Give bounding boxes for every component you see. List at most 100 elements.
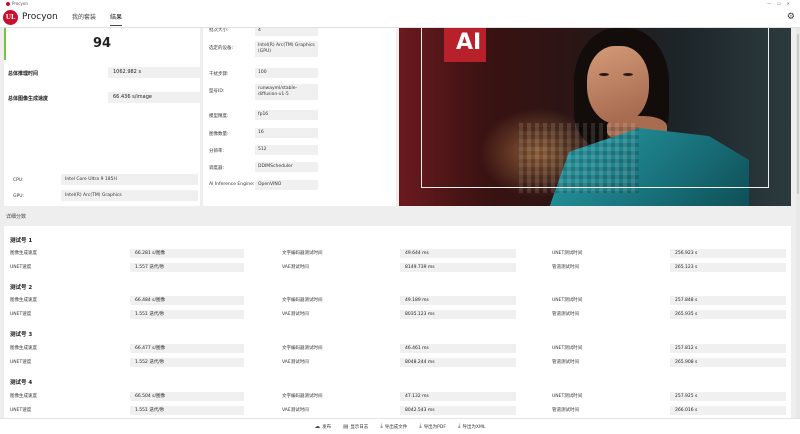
detail-value: 8042.543 ms <box>400 406 516 415</box>
image-ai-logo: AI <box>444 28 486 62</box>
detail-value: 257.925 s <box>670 392 786 401</box>
export-xml-icon: ⤓ <box>457 423 461 429</box>
param-label: 调度器: <box>209 166 225 171</box>
detail-label: UNET速度 <box>10 408 32 413</box>
footer-toolbar: ☁ 发布 ▤ 显示日志 ⤓ 导出成文件 ⤓ 导出为PDF ⤓ 导出为XML <box>0 418 800 434</box>
cpu-value: Intel Core Ultra 9 185H <box>61 174 198 185</box>
detail-label: VAE测试时间 <box>282 408 309 413</box>
detail-value: 266.016 s <box>670 406 786 415</box>
window-titlebar: Procyon —☐✕ <box>0 0 800 7</box>
detail-value: 1.557 迭代/秒 <box>130 263 244 272</box>
detail-label: 图像生成速度 <box>10 298 37 303</box>
overall-score: 94 <box>92 36 112 51</box>
generated-image: AI <box>399 28 791 206</box>
detail-value: 256.923 s <box>670 249 786 258</box>
export-xml-button[interactable]: ⤓ 导出为XML <box>458 423 485 430</box>
log-icon: ▤ <box>343 423 349 430</box>
export-pdf-icon: ⤓ <box>419 423 422 429</box>
param-label: 模型精度: <box>209 114 229 119</box>
publish-button[interactable]: ☁ 发布 <box>315 424 332 430</box>
export-xml-label: 导出为XML <box>462 424 486 430</box>
window-title: Procyon <box>12 1 28 6</box>
detail-value: 46.461 ms <box>400 344 516 353</box>
run-title: 测试号 1 <box>10 238 33 244</box>
detail-label: UNET测试时间 <box>552 346 583 351</box>
detail-value: 1.551 迭代/秒 <box>130 406 244 415</box>
score-card: 94 总体推理时间 1062.982 s 总体图像生成速度 66.436 s/i… <box>4 28 200 206</box>
publish-label: 发布 <box>322 424 332 430</box>
ul-logo-icon: UL <box>3 10 18 25</box>
detail-label: 管道测试时间 <box>552 312 579 317</box>
export-file-button[interactable]: ⤓ 导出成文件 <box>380 423 407 430</box>
detail-value: 49.644 ms <box>400 249 516 258</box>
window-controls[interactable]: —☐✕ <box>767 0 796 7</box>
export-file-label: 导出成文件 <box>384 424 408 430</box>
tab-my-suites[interactable]: 我的套装 <box>65 7 103 28</box>
param-label: 批次大小: <box>209 28 229 33</box>
detail-label: UNET测试时间 <box>552 394 583 399</box>
param-value: fp16 <box>255 110 318 120</box>
detail-label: 管道测试时间 <box>552 408 579 413</box>
detail-label: UNET速度 <box>10 312 32 317</box>
detail-value: 257.812 s <box>670 344 786 353</box>
detail-value: 265.123 s <box>670 263 786 272</box>
param-value: DDIMScheduler <box>255 162 318 172</box>
gear-icon[interactable]: ⚙ <box>787 12 795 23</box>
detail-value: 265.908 s <box>670 358 786 367</box>
app-header: UL Procyon 我的套装 结果 ⚙ <box>0 7 800 28</box>
results-content[interactable]: 94 总体推理时间 1062.982 s 总体图像生成速度 66.436 s/i… <box>0 28 796 418</box>
details-section-label: 详细分数 <box>6 214 27 220</box>
brand-name: Procyon <box>22 12 58 22</box>
detail-label: 文字编码器测试时间 <box>282 346 323 351</box>
param-value: 100 <box>255 68 318 78</box>
detail-value: 49.189 ms <box>400 296 516 305</box>
detail-value: 1.552 迭代/秒 <box>130 358 244 367</box>
app-icon <box>6 2 10 6</box>
param-label: AI Inference Engine: <box>209 182 255 187</box>
gpu-label: GPU: <box>13 194 25 199</box>
detail-value: 66.484 s/图像 <box>130 296 244 305</box>
param-label: 图像数量: <box>209 132 229 137</box>
detail-value: 66.281 s/图像 <box>130 249 244 258</box>
show-log-button[interactable]: ▤ 显示日志 <box>343 424 368 430</box>
detail-label: VAE测试时间 <box>282 265 309 270</box>
total-time-label: 总体推理时间 <box>8 71 39 77</box>
detail-label: 图像生成速度 <box>10 346 37 351</box>
param-label: 型号ID: <box>209 89 225 94</box>
detail-label: UNET测试时间 <box>552 251 583 256</box>
speed-label: 总体图像生成速度 <box>8 96 49 102</box>
param-value: runwayml/stable-diffusion-v1-5 <box>255 84 318 100</box>
vertical-scrollbar[interactable] <box>796 28 800 418</box>
detail-label: VAE测试时间 <box>282 312 309 317</box>
cpu-label: CPU: <box>13 178 24 183</box>
detail-label: 管道测试时间 <box>552 360 579 365</box>
param-label: 分辨率: <box>209 149 225 154</box>
export-pdf-button[interactable]: ⤓ 导出为PDF <box>419 423 446 430</box>
param-value: 16 <box>255 128 318 138</box>
param-label: 选定的设备: <box>209 46 234 51</box>
detail-value: 47.132 ms <box>400 392 516 401</box>
param-value: 512 <box>255 145 318 155</box>
detail-label: 管道测试时间 <box>552 265 579 270</box>
detail-label: 文字编码器测试时间 <box>282 251 323 256</box>
run-title: 测试号 4 <box>10 380 33 386</box>
detail-value: 66.504 s/图像 <box>130 392 244 401</box>
scrollbar-thumb[interactable] <box>797 34 799 194</box>
run-title: 测试号 3 <box>10 332 33 338</box>
image-logo-text: AI <box>456 30 482 55</box>
detail-value: 66.477 s/图像 <box>130 344 244 353</box>
param-value: 4 <box>255 28 318 36</box>
detail-value: 265.935 s <box>670 310 786 319</box>
param-value: Intel(R) Arc(TM) Graphics (GPU) <box>255 41 318 57</box>
detail-label: UNET速度 <box>10 265 32 270</box>
detail-value: 257.848 s <box>670 296 786 305</box>
param-label: 干扰步骤: <box>209 72 229 77</box>
gpu-value: Intel(R) Arc(TM) Graphics <box>61 190 198 201</box>
detail-label: 文字编码器测试时间 <box>282 394 323 399</box>
detail-value: 8048.244 ms <box>400 358 516 367</box>
detail-value: 8149.739 ms <box>400 263 516 272</box>
tab-results[interactable]: 结果 <box>103 7 129 28</box>
detail-value: 8035.123 ms <box>400 310 516 319</box>
detail-label: 图像生成速度 <box>10 251 37 256</box>
detail-label: UNET速度 <box>10 360 32 365</box>
